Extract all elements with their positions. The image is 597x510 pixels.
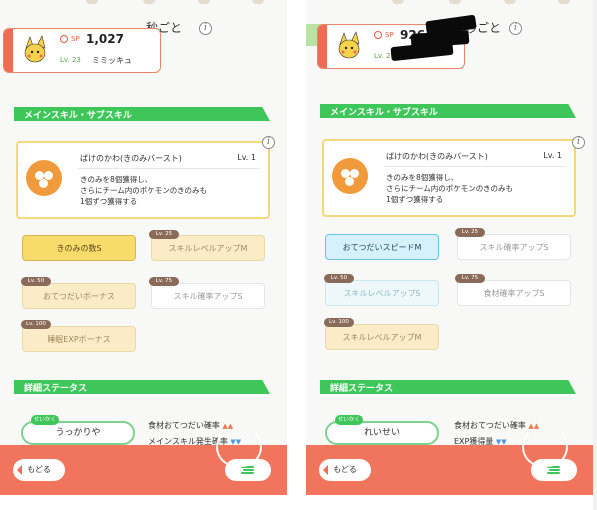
divider [384,166,566,167]
top-tab-strip [0,0,287,8]
pokemon-name: ミミッキュ [92,56,132,65]
pokeball-icon [374,31,382,39]
nature-label: せいかく [335,415,363,425]
lock-level-badge: Lv. 75 [455,274,485,283]
main-skill-level: Lv. 1 [237,153,256,162]
main-skill-description: きのみを8個獲得し、 さらにチーム内のポケモンのきのみも 1個ずつ獲得する [80,175,208,206]
lock-level-badge: Lv. 100 [324,318,354,327]
info-icon[interactable]: i [572,136,585,149]
back-button[interactable]: もどる [13,459,65,481]
stat-up: 食材おてつだい確率 ▲▲ [454,421,540,430]
sub-skill-button[interactable]: きのみの数S [22,235,136,261]
lock-level-badge: Lv. 100 [21,320,51,329]
lock-level-badge: Lv. 25 [455,228,485,237]
card-stripe [318,25,327,68]
pokemon-detail-panel-left: 秒ごと i SP 1,027 Lv. 23 ミミッキュ メインスキル・サブスキル… [0,0,287,510]
tab-dot [252,0,264,4]
sub-skill-button[interactable]: おてつだいボーナス [22,283,136,309]
sub-skill-button[interactable]: 睡眠EXPボーナス [22,326,136,352]
tab-dot [449,0,461,4]
sp-label: SP [374,31,394,39]
pokemon-detail-panel-right: 秒ごと i SP 926 Lv. 25 メインスキル・サブスキル ばけのかわ(き… [306,0,593,510]
pokemon-portrait-icon [24,35,46,63]
berry-burst-icon [26,160,62,196]
main-skill-description: きのみを8個獲得し、 さらにチーム内のポケモンのきのみも 1個ずつ獲得する [386,173,514,204]
tab-dot [504,0,516,4]
sub-skill-button[interactable]: おてつだいスピードM [325,234,439,260]
tab-dot [86,0,98,4]
section-header-status: 詳細ステータス [320,380,576,394]
tab-dot [558,0,570,4]
main-skill-level: Lv. 1 [543,151,562,160]
pokemon-level: Lv. 23 [60,56,81,64]
bottom-edge [306,495,593,510]
tab-dot [392,0,404,4]
divider [78,168,260,169]
touch-indicator [216,427,262,467]
stat-up: 食材おてつだい確率 ▲▲ [148,421,234,430]
card-stripe [4,29,13,72]
main-skill-name: ばけのかわ(きのみバースト) [386,152,488,161]
footer-bar: もどる [306,427,593,495]
pokemon-summary-card[interactable]: SP 1,027 Lv. 23 ミミッキュ [3,28,161,73]
section-header-skills: メインスキル・サブスキル [320,104,576,118]
top-tab-strip [306,0,593,8]
sp-value: 1,027 [86,32,124,46]
pokeball-icon [60,35,68,43]
sub-skill-button[interactable]: スキル確率アップS [457,234,571,260]
panel-gap [287,0,306,510]
section-header-skills: メインスキル・サブスキル [14,107,270,121]
berry-burst-icon [332,158,368,194]
pokemon-portrait-icon [338,31,360,59]
tab-dot [198,0,210,4]
sub-skill-button[interactable]: スキルレベルアップM [325,324,439,350]
touch-indicator [522,427,568,467]
footer-bar: もどる [0,427,287,495]
back-arrow-icon [323,465,328,475]
bottom-edge [0,495,287,510]
back-button[interactable]: もどる [319,459,371,481]
sub-skill-button[interactable]: 食材確率アップS [457,280,571,306]
info-icon[interactable]: i [262,136,275,149]
info-icon[interactable]: i [509,22,522,35]
main-skill-card[interactable]: ばけのかわ(きのみバースト) Lv. 1 きのみを8個獲得し、 さらにチーム内の… [16,141,270,219]
sub-skill-button[interactable]: スキルレベルアップS [325,280,439,306]
section-header-status: 詳細ステータス [14,380,270,394]
info-icon[interactable]: i [199,22,212,35]
main-skill-card[interactable]: ばけのかわ(きのみバースト) Lv. 1 きのみを8個獲得し、 さらにチーム内の… [322,139,576,217]
tab-dot [143,0,155,4]
lock-level-badge: Lv. 50 [21,277,51,286]
lock-level-badge: Lv. 25 [149,230,179,239]
lock-level-badge: Lv. 50 [324,274,354,283]
sub-skill-button[interactable]: スキル確率アップS [151,283,265,309]
lock-level-badge: Lv. 75 [149,277,179,286]
main-skill-name: ばけのかわ(きのみバースト) [80,154,182,163]
back-arrow-icon [17,465,22,475]
sp-label: SP [60,35,80,43]
nature-label: せいかく [31,415,59,425]
